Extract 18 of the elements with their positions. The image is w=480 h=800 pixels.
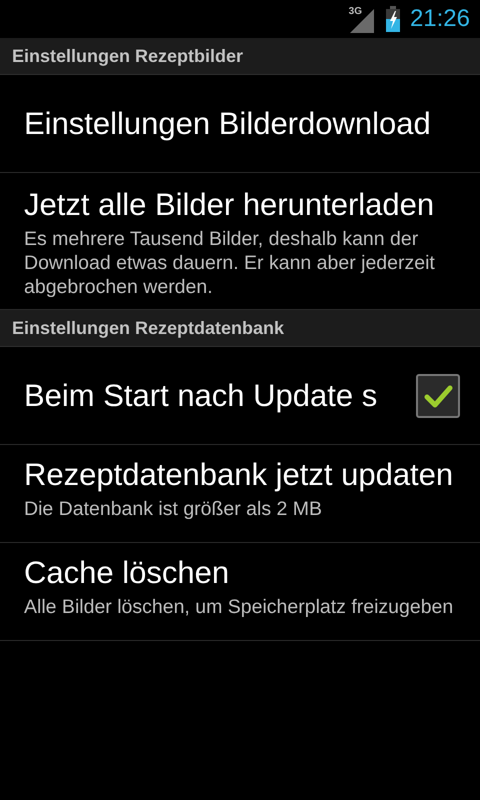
preference-title: Beim Start nach Update s	[24, 378, 378, 414]
preference-summary: Alle Bilder löschen, um Speicherplatz freizugeben	[24, 594, 454, 620]
checkbox[interactable]	[416, 374, 460, 418]
network-label: 3G	[348, 6, 362, 17]
preference-item[interactable]: Einstellungen Bilderdownload	[0, 75, 480, 173]
preference-item[interactable]: Rezeptdatenbank jetzt updaten Die Datenbank ist größer als 2 MB	[0, 445, 480, 543]
preference-summary: Die Datenbank ist größer als 2 MB	[24, 496, 324, 522]
preference-title: Rezeptdatenbank jetzt updaten	[24, 456, 454, 492]
preference-title: Cache löschen	[24, 554, 230, 590]
preference-title: Einstellungen Bilderdownload	[24, 106, 432, 142]
category-header: Einstellungen Rezeptdatenbank	[0, 310, 480, 347]
clock: 21:26	[410, 5, 470, 33]
preference-item[interactable]: Beim Start nach Update s	[0, 347, 480, 445]
preference-item[interactable]: Cache löschen Alle Bilder löschen, um Speicherplatz freizugeben	[0, 543, 480, 641]
preference-summary: Es mehrere Tausend Bilder, deshalb kann der Download etwas dauern. Er kann aber jederzeit abgebrochen werden.	[24, 227, 436, 300]
preference-title: Jetzt alle Bilder herunterladen	[24, 187, 436, 223]
battery-icon	[386, 6, 400, 32]
category-header: Einstellungen Rezeptbilder	[0, 38, 480, 75]
